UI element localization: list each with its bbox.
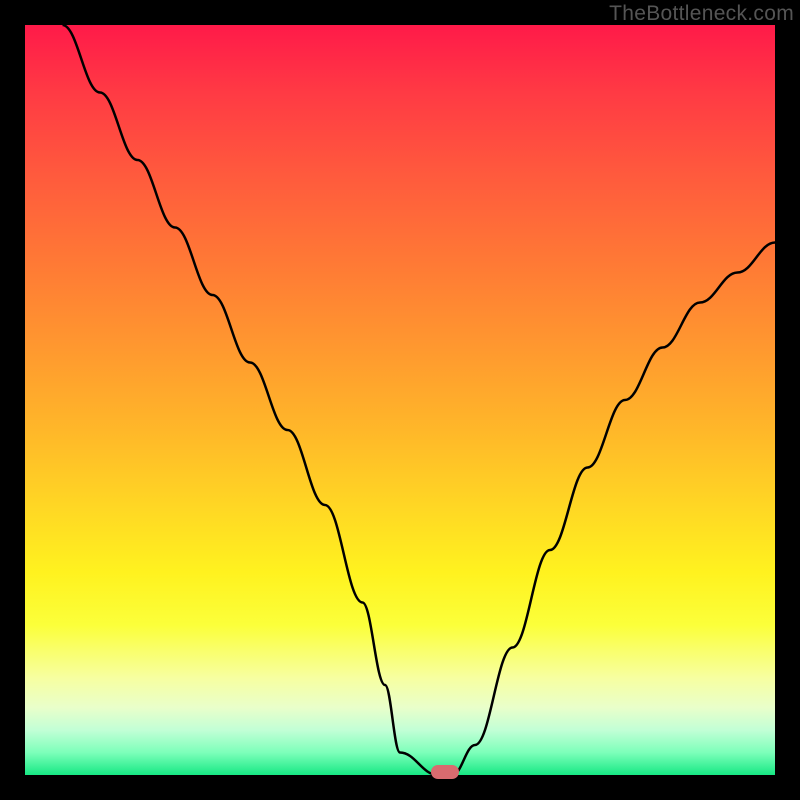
bottleneck-curve bbox=[25, 25, 775, 775]
optimum-marker bbox=[431, 765, 459, 779]
curve-path bbox=[63, 25, 776, 775]
watermark-text: TheBottleneck.com bbox=[609, 2, 794, 26]
chart-frame: TheBottleneck.com bbox=[0, 0, 800, 800]
plot-area bbox=[25, 25, 775, 775]
